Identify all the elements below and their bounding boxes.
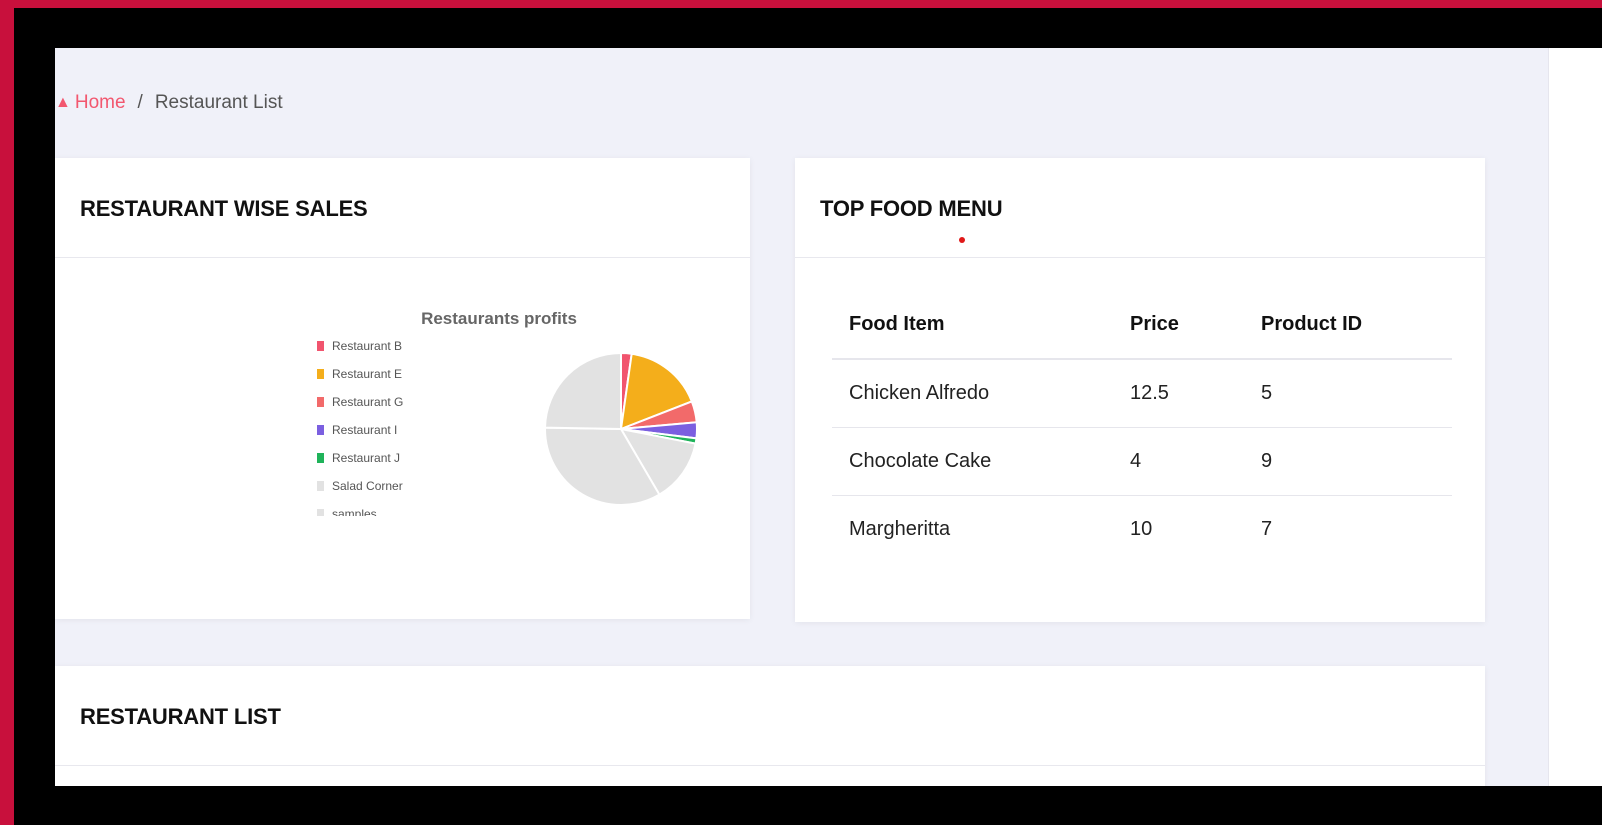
product-id-cell: 9 xyxy=(1244,427,1452,496)
price-cell: 10 xyxy=(1130,518,1153,540)
legend-label[interactable]: Restaurant B xyxy=(332,339,402,353)
food-item-cell: Chocolate Cake xyxy=(832,427,1113,496)
product-id-cell: 5 xyxy=(1244,359,1452,428)
legend-label[interactable]: samples xyxy=(332,507,377,521)
indicator-dot xyxy=(959,237,965,243)
home-icon[interactable]: ▲ xyxy=(55,94,71,112)
legend-swatch[interactable] xyxy=(317,341,324,351)
profits-chart: Restaurants profits Restaurant B Restaura… xyxy=(55,258,750,619)
legend-label[interactable]: Restaurant E xyxy=(332,367,402,381)
legend-label[interactable]: Salad Corner xyxy=(332,479,403,493)
header-product-id[interactable]: Product ID xyxy=(1244,290,1452,360)
legend-label[interactable]: Restaurant G xyxy=(332,395,403,409)
table-header-row: Food Item Price Product ID xyxy=(832,290,1452,360)
header-price[interactable]: Price xyxy=(1113,290,1244,360)
card-title: RESTAURANT WISE SALES xyxy=(80,196,368,221)
legend-swatch[interactable] xyxy=(317,425,324,435)
breadcrumb: ▲ Home / Restaurant List xyxy=(55,92,283,114)
breadcrumb-current: Restaurant List xyxy=(154,92,283,113)
legend-label[interactable]: Restaurant J xyxy=(332,451,400,465)
pie-chart-svg: Restaurants profits Restaurant BRestaura… xyxy=(317,309,698,521)
divider xyxy=(795,257,1485,258)
product-id-cell: 7 xyxy=(1261,518,1273,540)
card-title: RESTAURANT LIST xyxy=(80,704,281,729)
legend-swatch[interactable] xyxy=(317,481,324,491)
pie-slices xyxy=(543,351,698,506)
chart-legend: Restaurant B Restaurant E Restaurant G Rest… xyxy=(317,339,403,521)
restaurant-list-card: RESTAURANT LIST xyxy=(55,666,1485,786)
pie-slice[interactable] xyxy=(543,351,622,431)
legend-swatch[interactable] xyxy=(317,453,324,463)
price-cell: 4 xyxy=(1113,427,1244,496)
food-item-cell: Margheritta xyxy=(849,518,951,540)
legend-swatch[interactable] xyxy=(317,369,324,379)
price-cell: 12.5 xyxy=(1113,359,1244,428)
header-food-item[interactable]: Food Item xyxy=(832,290,1113,360)
legend-label[interactable]: Restaurant I xyxy=(332,423,397,437)
legend-swatch[interactable] xyxy=(317,397,324,407)
divider xyxy=(55,765,1485,766)
food-table: Food Item Price Product ID Chicken Alfre… xyxy=(832,290,1452,563)
breadcrumb-home-link[interactable]: Home xyxy=(75,92,126,114)
table-row[interactable]: Chicken Alfredo 12.5 5 xyxy=(832,359,1452,428)
card-title: TOP FOOD MENU xyxy=(820,196,1003,221)
restaurant-sales-card: RESTAURANT WISE SALES Restaurants profit… xyxy=(55,158,750,619)
table-row[interactable]: Margheritta 10 7 xyxy=(832,496,1452,564)
breadcrumb-separator: / xyxy=(137,92,143,113)
right-panel-edge xyxy=(1548,48,1602,786)
chart-title: Restaurants profits xyxy=(421,309,577,328)
legend-swatch[interactable] xyxy=(317,509,324,519)
main-content: ▲ Home / Restaurant List RESTAURANT WISE… xyxy=(55,48,1548,786)
top-food-menu-card: TOP FOOD MENU Food Item Price Product ID… xyxy=(795,158,1485,622)
table-row[interactable]: Chocolate Cake 4 9 xyxy=(832,427,1452,496)
food-item-cell: Chicken Alfredo xyxy=(832,359,1113,428)
